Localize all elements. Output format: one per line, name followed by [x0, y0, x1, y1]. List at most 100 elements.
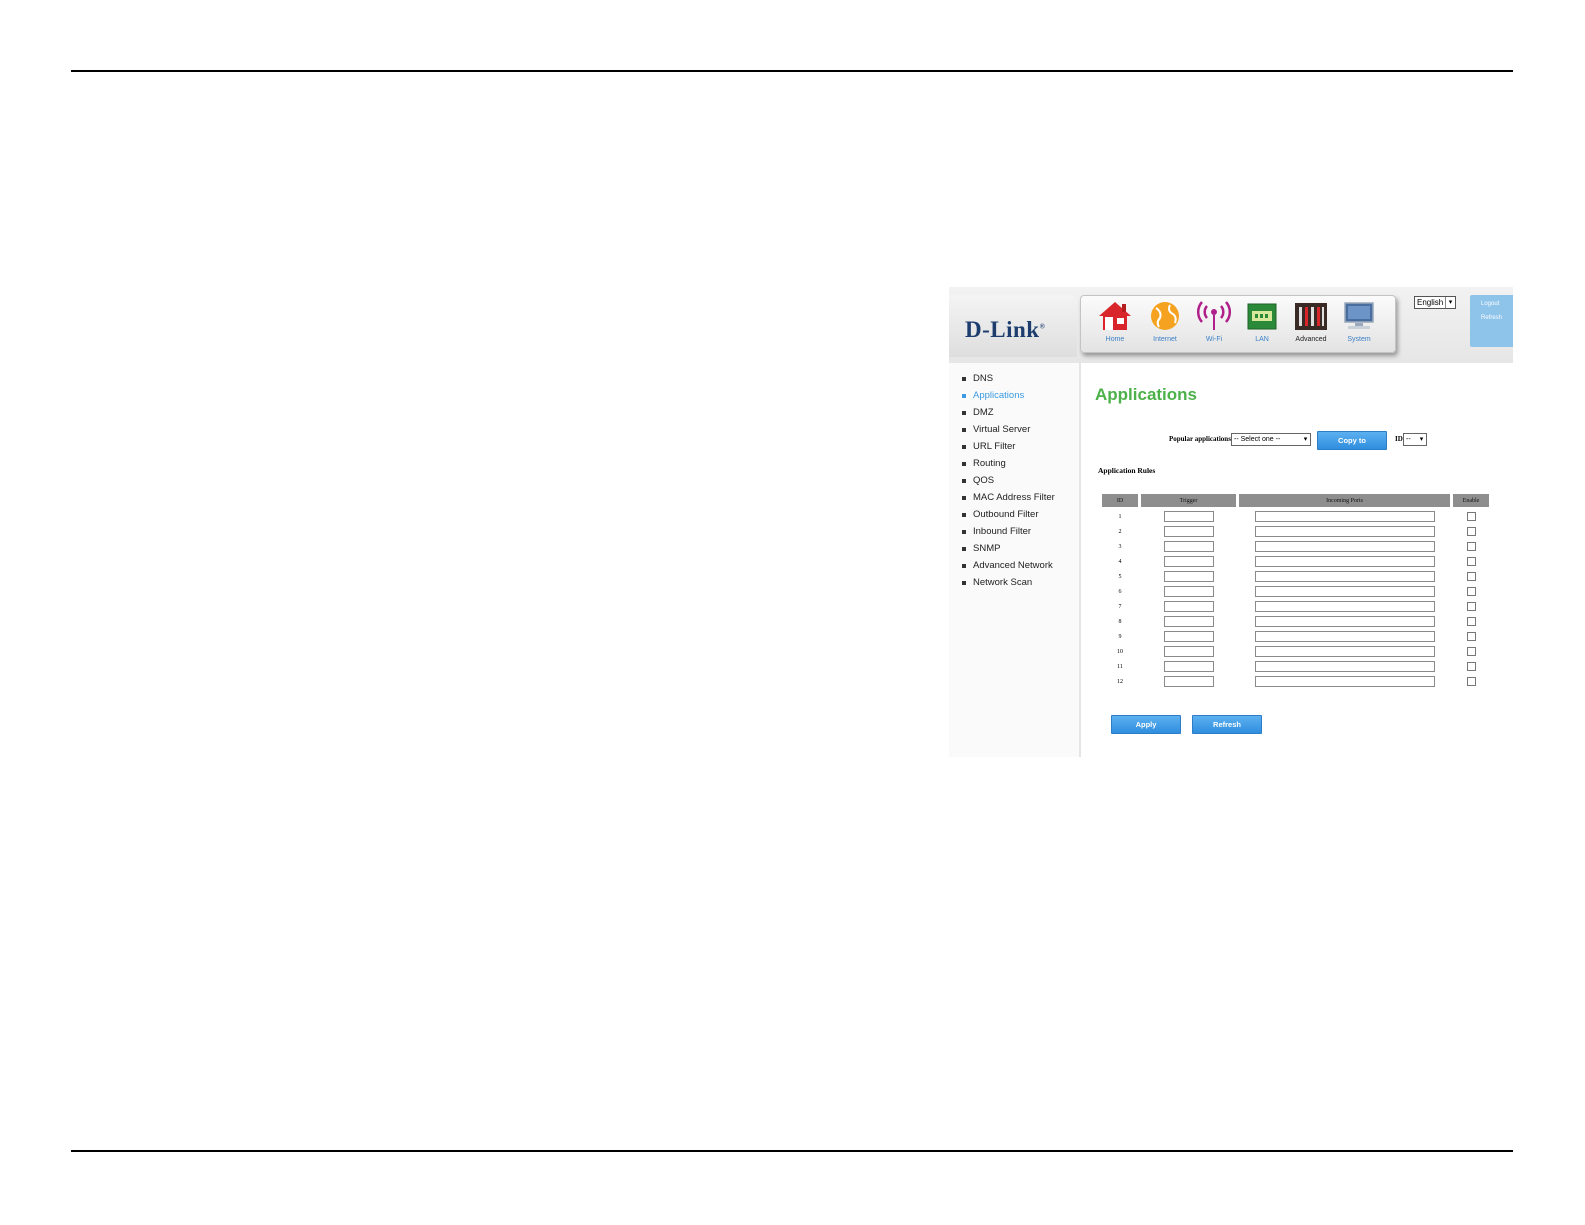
menu-item-dns[interactable]: DNS	[961, 373, 1055, 390]
menu-item-network-scan[interactable]: Network Scan	[961, 577, 1055, 594]
incoming-ports-input[interactable]	[1254, 556, 1435, 567]
incoming-ports-input[interactable]	[1254, 586, 1435, 597]
enable-cell	[1453, 584, 1489, 599]
column-header-trigger: Trigger	[1141, 494, 1236, 509]
enable-checkbox[interactable]	[1466, 632, 1476, 641]
trigger-cell	[1141, 599, 1236, 614]
incoming-ports-input[interactable]	[1254, 571, 1435, 582]
content-area: Applications Popular applications -- Sel…	[1079, 363, 1513, 757]
enable-checkbox[interactable]	[1466, 602, 1476, 611]
trigger-input[interactable]	[1163, 586, 1214, 597]
incoming-ports-cell	[1239, 644, 1450, 659]
trigger-input[interactable]	[1163, 631, 1214, 642]
enable-cell	[1453, 539, 1489, 554]
rule-id-cell: 4	[1118, 558, 1122, 565]
chevron-down-icon: ▾	[1445, 297, 1455, 308]
enable-checkbox[interactable]	[1466, 677, 1476, 686]
incoming-ports-input[interactable]	[1254, 511, 1435, 522]
nav-home[interactable]: Home	[1091, 299, 1139, 349]
trigger-input[interactable]	[1163, 661, 1214, 672]
monitor-icon	[1344, 302, 1374, 329]
copy-to-button[interactable]: Copy to	[1317, 431, 1387, 450]
column-header-enable: Enable	[1453, 494, 1489, 509]
incoming-ports-cell	[1239, 569, 1450, 584]
enable-checkbox[interactable]	[1466, 647, 1476, 656]
trigger-input[interactable]	[1163, 541, 1214, 552]
menu-item-snmp[interactable]: SNMP	[961, 543, 1055, 560]
trigger-input[interactable]	[1163, 646, 1214, 657]
incoming-ports-input[interactable]	[1254, 631, 1435, 642]
rule-id-cell: 8	[1118, 618, 1122, 625]
enable-checkbox[interactable]	[1466, 542, 1476, 551]
menu-item-url-filter[interactable]: URL Filter	[961, 441, 1055, 458]
incoming-ports-input[interactable]	[1254, 661, 1435, 672]
trigger-input[interactable]	[1163, 526, 1214, 537]
popular-applications-select[interactable]: -- Select one -- ▾	[1231, 433, 1311, 446]
refresh-link[interactable]: Refresh	[1470, 307, 1513, 321]
menu-item-applications[interactable]: Applications	[961, 390, 1055, 407]
menu-item-outbound-filter[interactable]: Outbound Filter	[961, 509, 1055, 526]
incoming-ports-input[interactable]	[1254, 646, 1435, 657]
table-row: 7	[1102, 599, 1489, 614]
enable-cell	[1453, 569, 1489, 584]
incoming-ports-input[interactable]	[1254, 616, 1435, 627]
incoming-ports-cell	[1239, 674, 1450, 689]
incoming-ports-input[interactable]	[1254, 676, 1435, 687]
enable-cell	[1453, 599, 1489, 614]
enable-checkbox[interactable]	[1466, 587, 1476, 596]
menu-item-qos[interactable]: QOS	[961, 475, 1055, 492]
nav-internet[interactable]: Internet	[1141, 299, 1189, 349]
enable-checkbox[interactable]	[1466, 572, 1476, 581]
trigger-cell	[1141, 659, 1236, 674]
trigger-input[interactable]	[1163, 511, 1214, 522]
nav-wifi[interactable]: Wi-Fi	[1190, 299, 1238, 349]
menu-item-virtual-server[interactable]: Virtual Server	[961, 424, 1055, 441]
trigger-cell	[1141, 584, 1236, 599]
id-select[interactable]: -- ▾	[1403, 433, 1427, 446]
incoming-ports-cell	[1239, 554, 1450, 569]
popular-select-value: -- Select one --	[1234, 436, 1281, 443]
enable-checkbox[interactable]	[1466, 527, 1476, 536]
application-rules-title: Application Rules	[1098, 466, 1156, 475]
logout-link[interactable]: Logout	[1470, 295, 1513, 307]
incoming-ports-input[interactable]	[1254, 541, 1435, 552]
home-icon	[1099, 302, 1131, 330]
menu-item-dmz[interactable]: DMZ	[961, 407, 1055, 424]
nav-system[interactable]: System	[1335, 299, 1383, 349]
trigger-input[interactable]	[1163, 556, 1214, 567]
menu-item-inbound-filter[interactable]: Inbound Filter	[961, 526, 1055, 543]
incoming-ports-input[interactable]	[1254, 601, 1435, 612]
enable-checkbox[interactable]	[1466, 512, 1476, 521]
refresh-button[interactable]: Refresh	[1192, 715, 1262, 734]
globe-icon	[1151, 302, 1179, 330]
menu-item-mac-address-filter[interactable]: MAC Address Filter	[961, 492, 1055, 509]
menu-item-advanced-network[interactable]: Advanced Network	[961, 560, 1055, 577]
language-select[interactable]: English ▾	[1414, 296, 1456, 309]
enable-cell	[1453, 554, 1489, 569]
dlink-logo: D-Link®	[965, 317, 1046, 342]
nav-advanced[interactable]: Advanced	[1287, 299, 1335, 349]
apply-button[interactable]: Apply	[1111, 715, 1181, 734]
trigger-input[interactable]	[1163, 571, 1214, 582]
table-row: 6	[1102, 584, 1489, 599]
trigger-cell	[1141, 614, 1236, 629]
account-panel: Logout Refresh	[1470, 295, 1513, 347]
incoming-ports-cell	[1239, 599, 1450, 614]
enable-cell	[1453, 509, 1489, 524]
trigger-cell	[1141, 509, 1236, 524]
trigger-input[interactable]	[1163, 676, 1214, 687]
enable-checkbox[interactable]	[1466, 557, 1476, 566]
enable-checkbox[interactable]	[1466, 617, 1476, 626]
advanced-menu: DNS Applications DMZ Virtual Server URL …	[961, 373, 1055, 594]
menu-item-routing[interactable]: Routing	[961, 458, 1055, 475]
page-title: Applications	[1095, 385, 1198, 404]
enable-checkbox[interactable]	[1466, 662, 1476, 671]
trigger-input[interactable]	[1163, 616, 1214, 627]
table-row: 3	[1102, 539, 1489, 554]
lan-icon	[1247, 303, 1277, 330]
nav-lan[interactable]: LAN	[1238, 299, 1286, 349]
incoming-ports-input[interactable]	[1254, 526, 1435, 537]
trigger-input[interactable]	[1163, 601, 1214, 612]
rule-id-cell: 11	[1117, 663, 1123, 670]
column-header-id: ID	[1102, 494, 1138, 509]
